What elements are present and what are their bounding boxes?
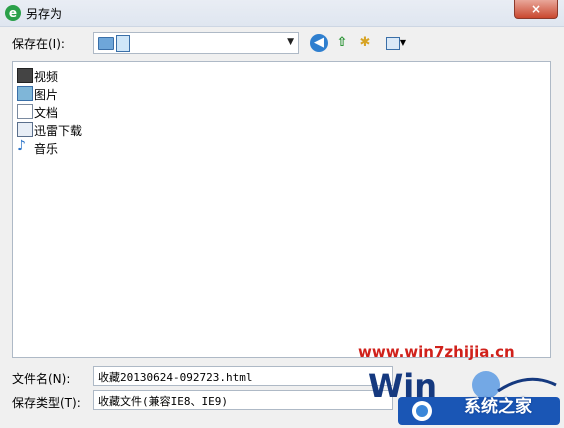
picture-library-icon [17, 86, 33, 101]
library-icon [116, 35, 130, 52]
list-item-label: 图片 [34, 88, 59, 102]
folder-icon [98, 37, 114, 50]
chevron-down-icon: ▼ [399, 38, 407, 47]
title-bar: e 另存为 × [0, 0, 564, 27]
download-folder-icon [17, 122, 33, 137]
browser-app-icon: e [5, 5, 21, 21]
view-menu-icon [385, 36, 400, 50]
filetype-select[interactable]: 收藏文件(兼容IE8、IE9) [93, 390, 393, 410]
filename-label: 文件名(N): [12, 372, 71, 386]
view-menu-button[interactable]: ▼ [380, 34, 412, 52]
new-folder-icon[interactable]: ✱ [356, 34, 374, 52]
close-button[interactable]: × [514, 0, 558, 19]
list-item-label: 文档 [34, 106, 59, 120]
save-as-dialog: e 另存为 × 保存在(I): ▼ ◀ ⇧ ✱ ▼ 视频 图片 文档 迅雷下载 [0, 0, 564, 428]
back-arrow-icon[interactable]: ◀ [310, 34, 328, 52]
save-in-combobox[interactable]: ▼ [93, 32, 299, 54]
music-library-icon: ♪ [17, 138, 26, 154]
list-item-label: 迅雷下载 [34, 124, 83, 138]
watermark-url: www.win7zhijia.cn [358, 343, 515, 361]
dialog-title: 另存为 [26, 7, 63, 21]
document-library-icon [17, 104, 33, 119]
filename-input[interactable]: 收藏20130624-092723.html [93, 366, 393, 386]
video-library-icon [17, 68, 33, 83]
save-in-label: 保存在(I): [12, 37, 65, 51]
filetype-label: 保存类型(T): [12, 396, 81, 410]
chevron-down-icon[interactable]: ▼ [287, 37, 294, 47]
watermark-site-name: 系统之家 [464, 397, 532, 417]
list-item-label: 视频 [34, 70, 59, 84]
up-folder-icon[interactable]: ⇧ [333, 34, 351, 52]
list-item-label: 音乐 [34, 142, 59, 156]
file-list-pane[interactable]: 视频 图片 文档 迅雷下载 ♪ 音乐 [12, 61, 551, 358]
